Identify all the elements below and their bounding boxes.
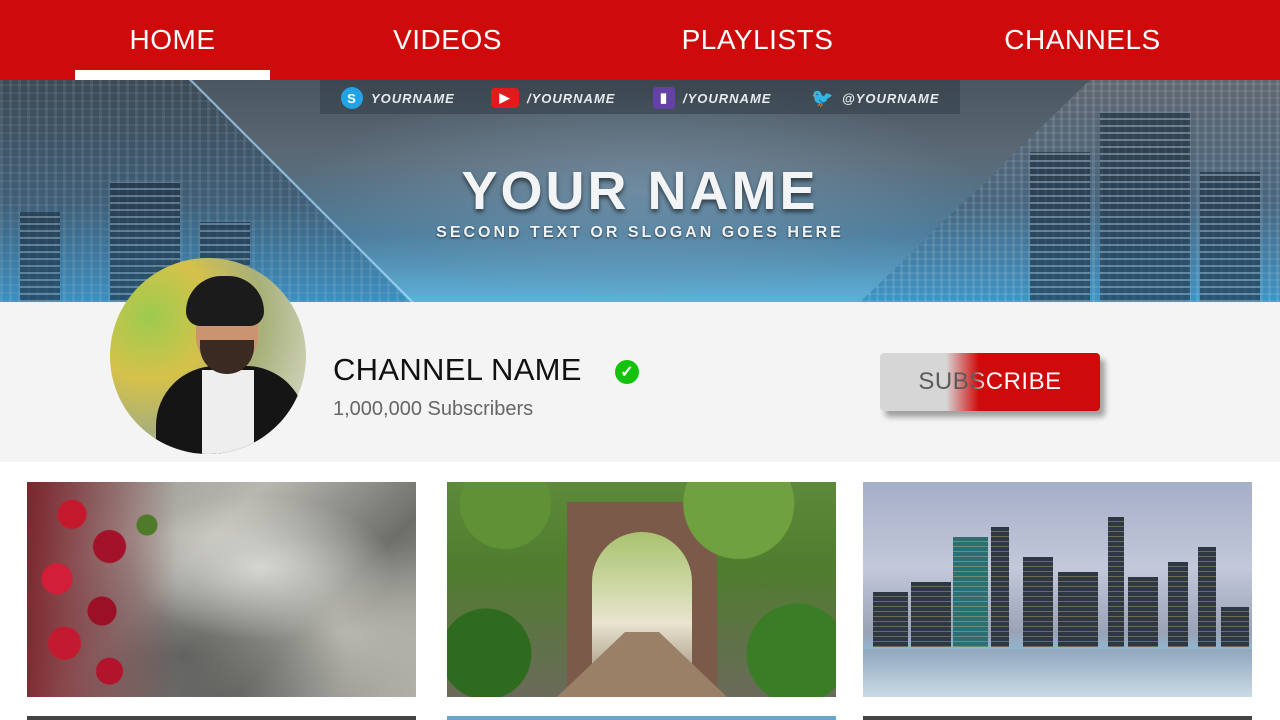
skyline-tower — [1058, 572, 1098, 647]
next-row-thumbnail[interactable] — [27, 716, 416, 720]
skyline-tower — [1168, 562, 1188, 647]
social-handle: /YOURNAME — [527, 90, 616, 106]
channel-name[interactable]: CHANNEL NAME — [333, 352, 582, 388]
video-thumbnail[interactable] — [27, 482, 416, 697]
city-skyline-image — [873, 592, 908, 647]
banner-slogan: SECOND TEXT OR SLOGAN GOES HERE — [436, 224, 844, 241]
active-tab-indicator — [75, 70, 270, 80]
ivy-wall-image — [27, 482, 177, 697]
skyline-tower — [953, 537, 988, 647]
top-nav: HOME VIDEOS PLAYLISTS CHANNELS — [0, 0, 1280, 80]
social-skype[interactable]: S YOURNAME — [341, 87, 455, 109]
subscribe-label: SUBSCRIBE — [918, 368, 1062, 395]
next-row-thumbnail[interactable] — [863, 716, 1252, 720]
social-youtube[interactable]: ▶ /YOURNAME — [491, 87, 615, 109]
skype-icon: S — [341, 87, 363, 109]
skyline-tower — [991, 527, 1009, 647]
tab-playlists[interactable]: PLAYLISTS — [660, 0, 855, 80]
skyline-tower — [911, 582, 951, 647]
avatar[interactable] — [110, 258, 306, 454]
subscribe-button[interactable]: SUBSCRIBE — [880, 353, 1100, 411]
tab-videos-label: VIDEOS — [393, 24, 502, 55]
social-handle: @YOURNAME — [842, 90, 940, 106]
twitch-icon: ▮ — [653, 87, 675, 109]
social-handle: /YOURNAME — [683, 90, 772, 106]
avatar-hair — [186, 276, 264, 326]
skyline-tower — [1023, 557, 1053, 647]
youtube-icon: ▶ — [491, 88, 519, 108]
video-thumbnail[interactable] — [863, 482, 1252, 697]
skyline-tower — [1128, 577, 1158, 647]
tab-videos[interactable]: VIDEOS — [350, 0, 545, 80]
skyline-tower — [1108, 517, 1124, 647]
avatar-shirt — [202, 370, 254, 454]
tab-playlists-label: PLAYLISTS — [681, 24, 834, 55]
skyline-tower — [1221, 607, 1249, 647]
next-row-thumbnail[interactable] — [447, 716, 836, 720]
tab-channels-label: CHANNELS — [1004, 24, 1161, 55]
twitter-icon: 🐦 — [811, 87, 835, 108]
tab-channels[interactable]: CHANNELS — [985, 0, 1180, 80]
social-twitter[interactable]: 🐦 @YOURNAME — [811, 87, 940, 109]
social-twitch[interactable]: ▮ /YOURNAME — [653, 87, 771, 109]
subscriber-count: 1,000,000 Subscribers — [333, 398, 534, 420]
video-thumbnail[interactable] — [447, 482, 836, 697]
tab-home-label: HOME — [129, 24, 216, 55]
river-water — [863, 649, 1252, 697]
tab-home[interactable]: HOME — [75, 0, 270, 80]
banner-title: YOUR NAME — [461, 161, 819, 221]
foliage — [447, 482, 836, 697]
social-handle: YOURNAME — [371, 90, 455, 106]
verified-check-icon: ✓ — [615, 360, 639, 384]
skyline-tower — [1198, 547, 1216, 647]
